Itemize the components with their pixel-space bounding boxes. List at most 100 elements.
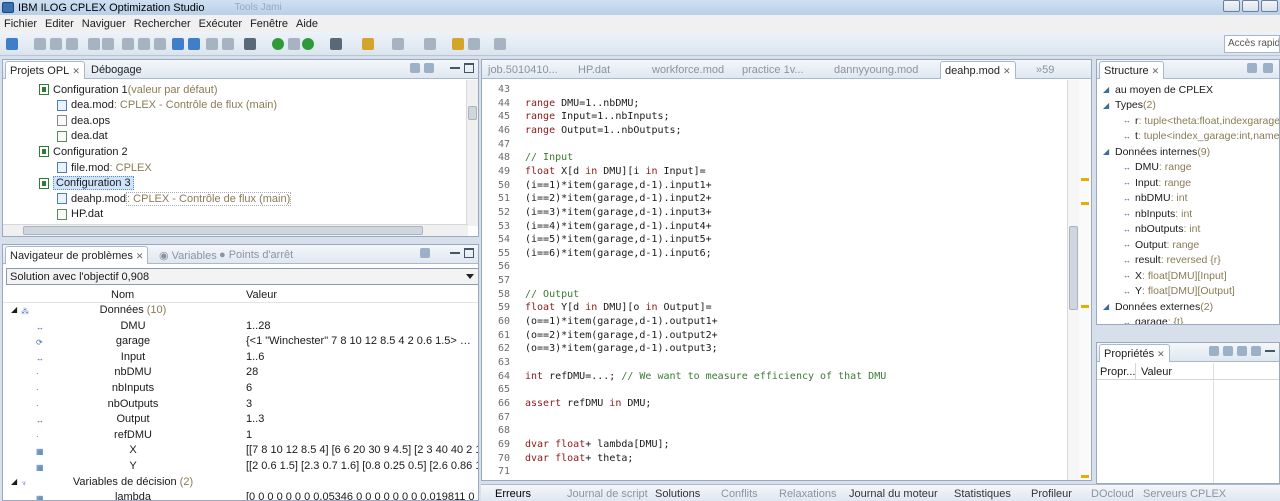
expand-arrow-icon[interactable]: ◢ bbox=[1103, 101, 1112, 110]
navigator-row[interactable]: · nbInputs 6 bbox=[3, 382, 478, 398]
structure-item[interactable]: ↔ garage : {t} bbox=[1123, 315, 1183, 324]
restore-default-icon[interactable] bbox=[1237, 346, 1247, 356]
annotation-marker[interactable] bbox=[1081, 475, 1089, 478]
forward-icon[interactable] bbox=[494, 38, 506, 50]
navigator-row[interactable]: ↔ Input 1..6 bbox=[3, 351, 478, 367]
navigator-group-row[interactable]: ◢ ⁂ Données (10) bbox=[3, 304, 478, 320]
structure-item[interactable]: ↔ r : tuple<theta:float,indexgarage bbox=[1123, 113, 1279, 128]
code-line[interactable]: range DMU=1..nbDMU; bbox=[525, 98, 639, 112]
project-tree-item[interactable]: HP.dat bbox=[57, 207, 103, 222]
project-tree-item[interactable]: dea.ops bbox=[57, 113, 110, 128]
bottom-tab-5[interactable]: Journal du moteur bbox=[849, 488, 938, 500]
scroll-thumb[interactable] bbox=[23, 226, 423, 235]
maximize-button[interactable] bbox=[1242, 0, 1259, 12]
scroll-thumb[interactable] bbox=[1069, 226, 1078, 310]
structure-item[interactable]: ↔ result : reversed {r} bbox=[1123, 253, 1221, 268]
menu-executer[interactable]: Exécuter bbox=[199, 18, 242, 30]
bottom-tab-3[interactable]: Conflits bbox=[721, 488, 758, 500]
expand-arrow-icon[interactable]: ◢ bbox=[1103, 85, 1112, 94]
menu-fichier[interactable]: Fichier bbox=[4, 18, 37, 30]
toggle-2-icon[interactable] bbox=[222, 38, 234, 50]
run-dropdown-icon[interactable] bbox=[288, 38, 300, 50]
navigator-row[interactable]: ⟳ garage {<1 "Winchester" 7 8 10 12 8.5 4 … bbox=[3, 335, 478, 351]
project-tree-item[interactable]: Configuration 1 (valeur par défaut) bbox=[39, 82, 218, 97]
structure-item[interactable]: ↔ nbOutputs : int bbox=[1123, 222, 1200, 237]
minimize-view-icon[interactable] bbox=[450, 248, 460, 254]
structure-item[interactable]: ↔ X : float[DMU][Input] bbox=[1123, 268, 1227, 283]
projects-hscrollbar[interactable] bbox=[3, 224, 468, 236]
editor-tab[interactable]: dannyyoung.mod bbox=[830, 61, 922, 79]
navigator-group-row[interactable]: ◢ ♆ Variables de décision (2) bbox=[3, 476, 478, 492]
navigator-row[interactable]: ▦ lambda [0 0 0 0 0 0 0 0.05346 0 0 0 0 0 … bbox=[3, 491, 478, 500]
code-line[interactable]: range Input=1..nbInputs; bbox=[525, 111, 670, 125]
collapse-all-icon[interactable] bbox=[410, 63, 420, 73]
menu-fenetre[interactable]: Fenêtre bbox=[250, 18, 288, 30]
code-line[interactable]: (i==3)*item(garage,d-1).input3+ bbox=[525, 207, 712, 221]
quick-access-field[interactable]: Accès rapide bbox=[1224, 35, 1280, 53]
project-tree-item[interactable]: Configuration 2 bbox=[39, 144, 128, 159]
column-header-valeur[interactable]: Valeur bbox=[246, 289, 277, 301]
code-line[interactable]: (o==3)*item(garage,d-1).output3; bbox=[525, 343, 718, 357]
tab-variables[interactable]: ◉ Variables bbox=[155, 246, 221, 264]
code-line[interactable]: (o==2)*item(garage,d-1).output2+ bbox=[525, 330, 718, 344]
code-line[interactable]: (i==6)*item(garage,d-1).input6; bbox=[525, 248, 712, 262]
tab-navigateur[interactable]: Navigateur de problèmes ✕ bbox=[5, 246, 149, 264]
view-menu-icon[interactable] bbox=[1251, 346, 1261, 356]
copy-icon[interactable] bbox=[138, 38, 150, 50]
annotation-marker[interactable] bbox=[1081, 202, 1089, 205]
bottom-tab-6[interactable]: Statistiques bbox=[954, 488, 1011, 500]
close-tab-icon[interactable]: ✕ bbox=[136, 251, 144, 261]
bottom-tab-9[interactable]: Serveurs CPLEX bbox=[1143, 488, 1226, 500]
editor-tab[interactable]: practice 1v... bbox=[738, 61, 808, 79]
projects-vscrollbar[interactable] bbox=[466, 80, 478, 226]
view-menu-icon[interactable] bbox=[420, 248, 430, 258]
navigator-row[interactable]: ▦ X [[7 8 10 12 8.5 4] [6 6 20 30 9 4.5] [… bbox=[3, 444, 478, 460]
toggle-icon[interactable] bbox=[206, 38, 218, 50]
redo-icon[interactable] bbox=[102, 38, 114, 50]
structure-item[interactable]: ↔ nbDMU : int bbox=[1123, 191, 1188, 206]
structure-item[interactable]: ◢ au moyen de CPLEX bbox=[1103, 82, 1213, 97]
minimize-view-icon[interactable] bbox=[450, 63, 460, 69]
navigator-row[interactable]: ↔ DMU 1..28 bbox=[3, 320, 478, 336]
navigator-row[interactable]: ▦ Y [[2 0.6 1.5] [2.3 0.7 1.6] [0.8 0.25 0… bbox=[3, 460, 478, 476]
annotation-marker[interactable] bbox=[1081, 305, 1089, 308]
code-line[interactable]: (o==1)*item(garage,d-1).output1+ bbox=[525, 316, 718, 330]
project-tree-item[interactable]: deahp.mod : CPLEX - Contrôle de flux (ma… bbox=[57, 191, 292, 206]
link-editor-icon[interactable] bbox=[424, 63, 434, 73]
expand-arrow-icon[interactable]: ◢ bbox=[11, 477, 17, 486]
tab-proprietes[interactable]: Propriétés ✕ bbox=[1099, 344, 1170, 362]
structure-item[interactable]: ↔ nbInputs : int bbox=[1123, 206, 1192, 221]
tab-structure[interactable]: Structure ✕ bbox=[1099, 61, 1165, 79]
minimize-button[interactable] bbox=[1223, 0, 1240, 12]
editor-tab[interactable]: HP.dat bbox=[574, 61, 614, 79]
scroll-thumb[interactable] bbox=[468, 106, 477, 120]
annotation-marker[interactable] bbox=[1081, 178, 1089, 181]
editor-tab[interactable]: job.5010410... bbox=[484, 61, 562, 79]
structure-item[interactable]: ↔ DMU : range bbox=[1123, 160, 1192, 175]
tools-icon[interactable] bbox=[362, 38, 374, 50]
code-line[interactable]: assert refDMU in DMU; bbox=[525, 398, 651, 412]
back-dropdown-icon[interactable] bbox=[468, 38, 480, 50]
code-line[interactable]: float X[d in DMU][i in Input]= bbox=[525, 166, 706, 180]
close-tab-icon[interactable]: ✕ bbox=[1157, 349, 1165, 359]
structure-item[interactable]: ◢ Types (2) bbox=[1103, 98, 1156, 113]
editor-vscrollbar[interactable] bbox=[1067, 80, 1079, 480]
next-annotation-icon[interactable] bbox=[392, 38, 404, 50]
expand-arrow-icon[interactable]: ◢ bbox=[11, 305, 17, 314]
menu-aide[interactable]: Aide bbox=[296, 18, 318, 30]
code-line[interactable]: dvar float+ lambda[DMU]; bbox=[525, 439, 670, 453]
close-tab-icon[interactable]: ✕ bbox=[72, 66, 80, 76]
zoom-in-icon[interactable] bbox=[172, 38, 184, 50]
close-tab-icon[interactable]: ✕ bbox=[1152, 66, 1160, 76]
column-header-nom[interactable]: Nom bbox=[111, 289, 134, 301]
column-header-property[interactable]: Propr... bbox=[1100, 366, 1135, 378]
filter-icon[interactable] bbox=[1223, 346, 1233, 356]
close-button[interactable] bbox=[1261, 0, 1278, 12]
undo-icon[interactable] bbox=[88, 38, 100, 50]
save-icon[interactable] bbox=[34, 38, 46, 50]
new-icon[interactable] bbox=[6, 38, 18, 50]
navigator-row[interactable]: · nbOutputs 3 bbox=[3, 398, 478, 414]
code-line[interactable]: (i==4)*item(garage,d-1).input4+ bbox=[525, 221, 712, 235]
run-config-icon[interactable] bbox=[302, 38, 314, 50]
structure-item[interactable]: ↔ t : tuple<index_garage:int,name bbox=[1123, 129, 1279, 144]
